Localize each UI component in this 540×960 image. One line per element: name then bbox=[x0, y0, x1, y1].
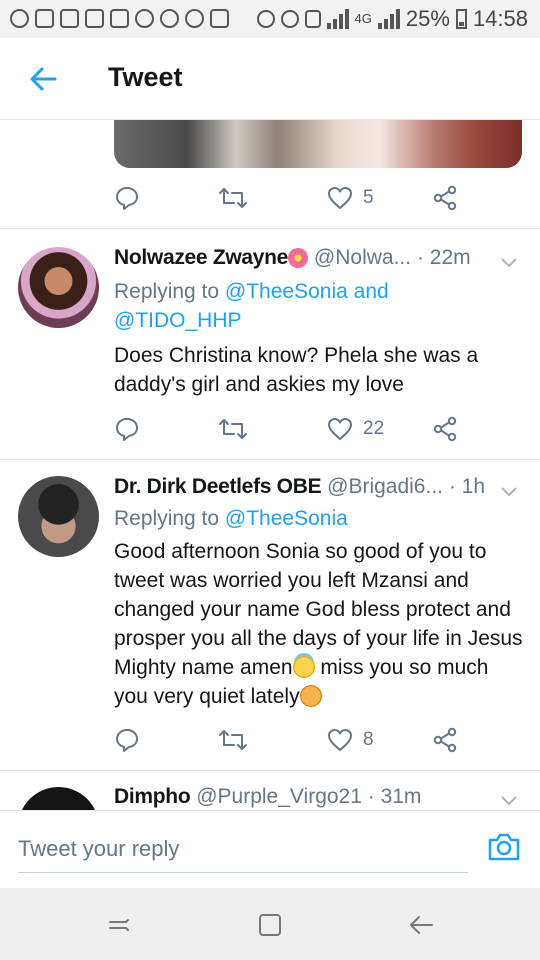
share-icon bbox=[433, 727, 457, 753]
network-type: 4G bbox=[354, 11, 372, 26]
like-button[interactable]: 5 bbox=[327, 178, 374, 218]
whatsapp-icon bbox=[10, 9, 29, 28]
sim-icon bbox=[304, 10, 321, 28]
reply-icon bbox=[116, 418, 138, 441]
system-nav-bar bbox=[0, 888, 540, 960]
tweet-actions: 5 bbox=[114, 178, 534, 218]
timestamp: · 22m bbox=[416, 246, 471, 269]
retweet-icon bbox=[219, 188, 247, 208]
display-name[interactable]: Dr. Dirk Deetlefs OBE bbox=[114, 475, 322, 498]
like-button[interactable]: 22 bbox=[327, 409, 384, 449]
retweet-button[interactable] bbox=[218, 720, 248, 760]
sad-face-emoji-icon bbox=[299, 685, 322, 707]
display-name[interactable]: Nolwazee Zwayne bbox=[114, 246, 288, 269]
replying-to: Replying to @TheeSonia bbox=[114, 504, 520, 533]
sd-card-icon bbox=[210, 9, 229, 28]
home-icon[interactable] bbox=[255, 910, 285, 940]
mute-icon bbox=[256, 10, 275, 28]
share-button[interactable] bbox=[432, 178, 458, 218]
alarm-icon bbox=[280, 10, 299, 28]
back-icon[interactable] bbox=[406, 910, 436, 940]
share-button[interactable] bbox=[432, 409, 458, 449]
timestamp: · 1h bbox=[448, 475, 486, 498]
sync-icon bbox=[185, 9, 204, 28]
share-button[interactable] bbox=[432, 720, 458, 760]
heart-icon bbox=[328, 418, 352, 440]
gmail-icon bbox=[85, 9, 104, 28]
signal-icon bbox=[377, 9, 400, 29]
tweet-text: Good afternoon Sonia so good of you to t… bbox=[114, 537, 524, 711]
page-title: Tweet bbox=[108, 62, 183, 92]
like-button[interactable]: 8 bbox=[327, 720, 374, 760]
reply-button[interactable] bbox=[114, 409, 140, 449]
user-handle[interactable]: @Purple_Virgo21 bbox=[196, 785, 362, 808]
reply-composer bbox=[0, 810, 540, 888]
reply-input[interactable] bbox=[18, 825, 468, 873]
avatar[interactable] bbox=[18, 247, 99, 328]
status-right: 4G 25% 14:58 bbox=[256, 6, 528, 32]
retweet-icon bbox=[219, 419, 247, 439]
status-bar: 4G 25% 14:58 bbox=[0, 0, 540, 38]
tweet-feed[interactable]: 5 Nolwazee Zwayne @Nolwa... · 22m Replyi… bbox=[0, 120, 540, 810]
halo-smile-emoji-icon bbox=[292, 656, 315, 678]
user-handle[interactable]: @Brigadi6... bbox=[327, 475, 443, 498]
signal-icon bbox=[326, 9, 349, 29]
sync-icon bbox=[160, 9, 179, 28]
tweet-header: Nolwazee Zwayne @Nolwa... · 22m bbox=[114, 246, 524, 276]
flower-emoji-icon bbox=[288, 248, 309, 268]
wifi-icon bbox=[135, 9, 154, 28]
avatar[interactable] bbox=[18, 476, 99, 557]
heart-icon bbox=[328, 729, 352, 751]
reply-button[interactable] bbox=[114, 720, 140, 760]
reply-icon bbox=[116, 729, 138, 752]
timestamp: · 31m bbox=[367, 785, 422, 808]
like-count: 8 bbox=[363, 729, 374, 750]
battery-percent: 25% bbox=[405, 6, 450, 31]
tweet-actions: 22 bbox=[114, 409, 534, 449]
camera-icon[interactable] bbox=[486, 829, 522, 865]
gmail-icon bbox=[60, 9, 79, 28]
user-handle[interactable]: @Nolwa... bbox=[314, 246, 411, 269]
back-arrow-icon[interactable] bbox=[28, 64, 58, 94]
replying-prefix: Replying to bbox=[114, 280, 225, 303]
replying-prefix: Replying to bbox=[114, 507, 225, 530]
like-count: 5 bbox=[363, 187, 374, 208]
like-count: 22 bbox=[363, 418, 385, 439]
share-icon bbox=[433, 416, 457, 442]
avatar[interactable] bbox=[18, 787, 99, 810]
reply-icon bbox=[116, 187, 138, 210]
tweet-text: Does Christina know? Phela she was a dad… bbox=[114, 344, 479, 396]
tweet-actions: 8 bbox=[114, 720, 534, 760]
reply-button[interactable] bbox=[114, 178, 140, 218]
share-icon bbox=[433, 185, 457, 211]
battery-icon bbox=[455, 9, 467, 29]
gallery-icon bbox=[110, 9, 129, 28]
notification-icons bbox=[10, 9, 229, 28]
clock: 14:58 bbox=[472, 6, 528, 31]
chevron-down-icon[interactable] bbox=[498, 480, 520, 502]
heart-icon bbox=[328, 187, 352, 209]
mention-link[interactable]: @TheeSonia bbox=[225, 507, 348, 530]
retweet-button[interactable] bbox=[218, 178, 248, 218]
reply-tweet[interactable]: Nolwazee Zwayne @Nolwa... · 22m Replying… bbox=[0, 229, 540, 459]
chevron-down-icon[interactable] bbox=[498, 251, 520, 273]
chevron-down-icon[interactable] bbox=[498, 789, 520, 810]
recent-apps-icon[interactable] bbox=[104, 910, 134, 940]
app-bar: Tweet bbox=[0, 38, 540, 120]
tweet-header: Dimpho @Purple_Virgo21 · 31m bbox=[114, 785, 524, 810]
tweet-header: Dr. Dirk Deetlefs OBE @Brigadi6... · 1h bbox=[114, 475, 524, 505]
replying-to: Replying to @TheeSonia and @TIDO_HHP bbox=[114, 277, 520, 335]
retweet-button[interactable] bbox=[218, 409, 248, 449]
tweet-media-image[interactable] bbox=[114, 120, 522, 168]
notification-icon bbox=[35, 9, 54, 28]
display-name[interactable]: Dimpho bbox=[114, 785, 191, 808]
reply-tweet[interactable]: Dimpho @Purple_Virgo21 · 31m bbox=[0, 771, 540, 810]
retweet-icon bbox=[219, 730, 247, 750]
